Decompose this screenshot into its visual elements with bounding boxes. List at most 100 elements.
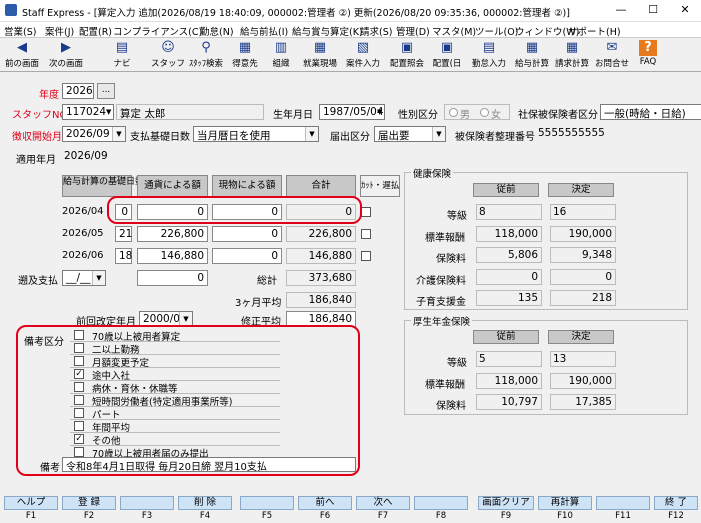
row-month: 2026/06	[62, 250, 104, 261]
maximize-button[interactable]: ☐	[638, 3, 668, 19]
remarks-checkbox[interactable]	[74, 356, 84, 366]
customer-button[interactable]: ▦ 得意先	[226, 38, 264, 72]
sum-label: 総計	[257, 276, 277, 287]
minimize-button[interactable]: —	[606, 3, 636, 19]
chevron-down-icon: ▼	[179, 312, 192, 326]
menu-haichi[interactable]: 配置(R)	[79, 24, 112, 38]
cut-late-checkbox[interactable]	[361, 207, 371, 217]
menu-kanri[interactable]: 管理(D)	[396, 24, 430, 38]
menu-kintai[interactable]: 勤怠(N)	[200, 24, 234, 38]
menu-eigyo[interactable]: 営業(S)	[4, 24, 36, 38]
currency-input[interactable]: 146,880	[137, 248, 208, 264]
care-premium-after: 0	[550, 269, 616, 285]
days-input[interactable]: 18	[115, 248, 132, 264]
previous-button[interactable]: 前へ	[298, 496, 352, 510]
days-input[interactable]: 21	[115, 226, 132, 242]
remarks-checkbox[interactable]	[74, 408, 84, 418]
birth-input[interactable]: 1987/05/04	[319, 104, 385, 120]
remarks-item[interactable]: 病休・育休・休職等	[70, 381, 280, 395]
remarks-checkbox[interactable]: ✓	[74, 434, 84, 444]
delete-button[interactable]: 削 除	[178, 496, 232, 510]
average-field: 186,840	[286, 292, 356, 308]
staff-search-button[interactable]: ⚲ ｽﾀｯﾌ検索	[186, 38, 226, 72]
navi-button[interactable]: ▤ ナビ	[104, 38, 140, 72]
f3-button[interactable]	[120, 496, 174, 510]
remarks-item[interactable]: ✓ その他	[70, 433, 280, 447]
cut-late-checkbox[interactable]	[361, 251, 371, 261]
f8-button[interactable]	[414, 496, 468, 510]
remarks-input[interactable]: 令和8年4月1日取得 毎月20日締 翌月10支払	[62, 457, 356, 472]
remarks-checkbox[interactable]: ✓	[74, 369, 84, 379]
attendance-input-button[interactable]: ▤ 勤怠入力	[470, 38, 508, 72]
help-button[interactable]: ヘルプ	[4, 496, 58, 510]
remarks-item[interactable]: 年間平均	[70, 420, 280, 434]
report-label: 届出区分	[330, 132, 370, 143]
menu-master[interactable]: マスタ(M)	[432, 24, 476, 38]
remarks-checkbox[interactable]	[74, 330, 84, 340]
header-total: 合計	[286, 175, 356, 197]
payroll-calc-button[interactable]: ▦ 給与計算	[513, 38, 551, 72]
case-input-button[interactable]: ▧ 案件入力	[344, 38, 382, 72]
remarks-item[interactable]: ✓ 途中入社	[70, 368, 280, 382]
remarks-checkbox[interactable]	[74, 447, 84, 457]
placement-day-button[interactable]: ▣ 配置(日	[428, 38, 466, 72]
retro-amount-input[interactable]: 0	[137, 270, 208, 286]
contact-button[interactable]: ✉ お問合せ	[593, 38, 631, 72]
faq-button[interactable]: ? FAQ	[636, 38, 660, 72]
register-button[interactable]: 登 録	[62, 496, 116, 510]
close-button[interactable]: ✕	[670, 3, 700, 19]
remarks-item[interactable]: 70歳以上被用者算定	[70, 329, 280, 343]
retro-date-select[interactable]: __/__ ▼	[62, 270, 106, 286]
year-select-button[interactable]: ...	[97, 83, 115, 99]
goods-input[interactable]: 0	[212, 248, 282, 264]
menu-tool[interactable]: ツール(O)	[475, 24, 518, 38]
recalculate-button[interactable]: 再計算	[538, 496, 592, 510]
remarks-item[interactable]: 二以上勤務	[70, 342, 280, 356]
year-label: 年度	[39, 90, 59, 101]
remarks-item[interactable]: 短時間労働者(特定適用事業所等)	[70, 394, 280, 408]
prev-screen-button[interactable]: ◀ 前の画面	[2, 38, 42, 72]
report-select[interactable]: 届出要 ▼	[374, 126, 446, 142]
worksite-button[interactable]: ▦ 就業現場	[300, 38, 340, 72]
menu-santei[interactable]: 給与賞与算定(K)	[292, 24, 363, 38]
billing-calc-button[interactable]: ▦ 請求計算	[553, 38, 591, 72]
pension-title: 厚生年金保険	[411, 314, 473, 328]
pension-standard-before: 118,000	[476, 373, 542, 389]
care-premium-before: 0	[476, 269, 542, 285]
clear-screen-button[interactable]: 画面クリア	[478, 496, 534, 510]
insured-type-select[interactable]: 一般(時給・日給)	[600, 104, 701, 120]
cut-late-checkbox[interactable]	[361, 229, 371, 239]
currency-input[interactable]: 226,800	[137, 226, 208, 242]
start-month-select[interactable]: 2026/09 ▼	[62, 126, 126, 142]
remarks-checkbox[interactable]	[74, 343, 84, 353]
birth-dropdown-icon[interactable]: ▼	[377, 105, 385, 119]
gender-male-radio[interactable]	[449, 108, 458, 117]
remarks-checkbox[interactable]	[74, 421, 84, 431]
remarks-item[interactable]: 月額変更予定	[70, 355, 280, 369]
menu-anken[interactable]: 案件(J)	[45, 24, 74, 38]
f11-button[interactable]	[596, 496, 650, 510]
exit-button[interactable]: 終 了	[654, 496, 698, 510]
placement-query-button[interactable]: ▣ 配置照会	[388, 38, 426, 72]
remarks-checkbox[interactable]	[74, 395, 84, 405]
year-input[interactable]: 2026	[62, 83, 94, 99]
staff-no-label: スタッフNO	[12, 110, 68, 121]
menu-support[interactable]: サポート(H)	[568, 24, 621, 38]
menu-compliance[interactable]: コンプライアンス(C)	[113, 24, 202, 38]
remarks-item[interactable]: パート	[70, 407, 280, 421]
goods-input[interactable]: 0	[212, 226, 282, 242]
staff-button[interactable]: ☺ スタッフ	[150, 38, 186, 72]
header-goods: 現物による額	[212, 175, 282, 197]
next-button[interactable]: 次へ	[356, 496, 410, 510]
apply-month-label: 適用年月	[16, 155, 56, 166]
menu-seikyu[interactable]: 請求(S)	[360, 24, 392, 38]
f5-button[interactable]	[240, 496, 294, 510]
menu-maebarai[interactable]: 給与前払(I)	[240, 24, 288, 38]
next-screen-button[interactable]: ▶ 次の画面	[46, 38, 86, 72]
gender-female-radio[interactable]	[480, 108, 489, 117]
organization-button[interactable]: ▥ 組織	[266, 38, 296, 72]
remarks-checkbox[interactable]	[74, 382, 84, 392]
app-icon	[5, 4, 17, 16]
staff-dropdown-icon[interactable]: ▼	[106, 105, 114, 119]
base-days-select[interactable]: 当月暦日を使用 ▼	[193, 126, 319, 142]
